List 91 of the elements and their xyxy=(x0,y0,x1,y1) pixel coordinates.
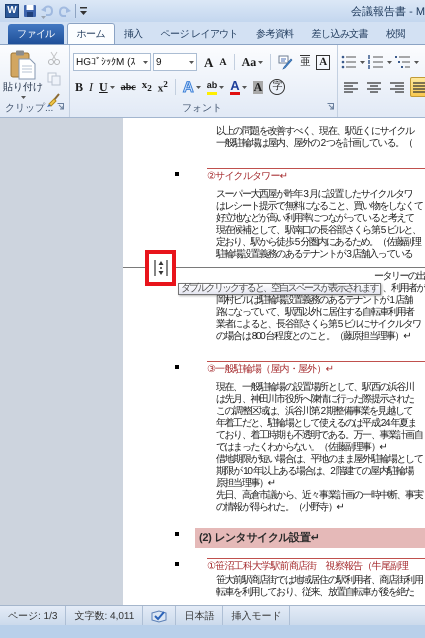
ribbon-tab[interactable]: 校閲 xyxy=(377,24,414,44)
caret-icon[interactable] xyxy=(189,60,194,64)
text-line: 転車を利用しており、従来、放置自転車が後を絶た xyxy=(216,587,415,599)
caret-icon[interactable] xyxy=(143,60,148,64)
ribbon-tab[interactable]: ホーム xyxy=(66,23,115,44)
text-line: の場合は 800 台程度とのこと。（藤原担当理事）↵ xyxy=(216,331,412,343)
multilevel-list-icon[interactable] xyxy=(395,54,411,70)
grow-font-button[interactable]: A xyxy=(202,52,216,72)
ribbon-tab[interactable]: 参考資料 xyxy=(247,24,303,44)
enclose-character-button[interactable]: 字 xyxy=(267,78,288,96)
font-name-dropdown[interactable]: HGｺﾞｼｯｸM (ｽ xyxy=(73,53,151,71)
bold-button[interactable]: B xyxy=(73,78,86,96)
bullet-mark-icon xyxy=(175,562,179,566)
dropdown-icon[interactable] xyxy=(80,7,87,15)
superscript-button[interactable]: x$^{2}$ xyxy=(156,78,170,96)
bullet-mark-icon xyxy=(175,532,179,536)
text-line: は先月、神田川市役所へ陳情に行った際提示された xyxy=(216,394,415,406)
caret-icon[interactable] xyxy=(360,60,365,64)
text-line: 岡村ビルは駐輪場設置義務のあるテナントが 1 店舗 xyxy=(216,295,414,306)
text-line: 笹大前駅商店街では地域居住の駅利用者、商店街利用 xyxy=(216,575,424,586)
ribbon-tab[interactable]: ページ レイアウト xyxy=(152,24,248,44)
status-text[interactable]: 日本語 xyxy=(176,606,224,625)
clipboard-icon xyxy=(10,50,36,80)
character-border-button[interactable]: A xyxy=(314,52,332,72)
subscript-button[interactable]: x$_{2}$ xyxy=(140,78,154,96)
ribbon-tab[interactable]: 差し込み文書 xyxy=(302,24,378,44)
status-text[interactable]: ページ: 1/3 xyxy=(0,606,66,625)
bullet-mark-icon xyxy=(175,172,179,176)
text-line: 借地期限が短い場合は、平地のまま屋外駐輪場として xyxy=(216,454,424,466)
text-line: 現在、一般駐輪場の設置場所として、駅西の浜谷川 xyxy=(216,382,415,394)
strikethrough-button[interactable]: abc xyxy=(118,78,138,96)
launcher-icon[interactable] xyxy=(57,103,64,110)
text-line: ータリーの出 xyxy=(374,271,425,282)
text-line: ではまったくわからない。（佐藤副理事）↵ xyxy=(216,442,388,454)
tooltip: ダブルクリックすると、空白スペースが表示されます xyxy=(178,283,381,295)
text-line: はレシート提示で無料になること、買い物をしなくて xyxy=(216,201,424,212)
bullet-mark-icon xyxy=(175,365,179,369)
group-label: フォント xyxy=(182,103,223,115)
paste-button[interactable]: 貼り付け xyxy=(3,48,43,103)
caret-icon[interactable] xyxy=(219,86,224,88)
font-color-button[interactable]: A xyxy=(228,78,249,96)
text-line: 、利用者が xyxy=(382,283,425,294)
group-label: クリップ... xyxy=(5,103,54,115)
text-line: 路になっていて、駅西以外に居住する自転車利用者 xyxy=(216,307,416,318)
save-icon[interactable] xyxy=(23,4,37,18)
whitespace-icon[interactable] xyxy=(154,259,168,277)
status-text[interactable]: 文字数: 4,011 xyxy=(66,606,144,625)
status-text[interactable]: 挿入モード xyxy=(223,606,290,625)
character-guide-button[interactable]: 亜 xyxy=(298,52,312,72)
caret-icon[interactable] xyxy=(242,86,247,88)
caret-icon[interactable] xyxy=(414,60,419,64)
change-case-button[interactable]: Aa xyxy=(240,52,266,72)
text-line: ており、着工時期も不透明である。万一、事業計画自 xyxy=(216,430,424,442)
text-line: 以上の問題を改善すべく、現在、駅近くにサイクル xyxy=(216,126,416,138)
section-heading: ③一般駐輪場（屋内・屋外）↵ xyxy=(207,361,425,377)
app-logo[interactable]: W xyxy=(5,4,19,18)
brush-icon[interactable] xyxy=(47,93,61,107)
text-line: スーパー大西屋が昨年 3 月に設置したサイクルタワ xyxy=(216,189,414,200)
text-line: この調整区域は、浜谷川第 2 期整備事業を見越して xyxy=(216,406,414,418)
italic-button[interactable]: I xyxy=(87,78,96,96)
text-line: 駐輪場設置義務のあるテナントが 3 店舗入っている xyxy=(216,249,414,261)
section-heading: ①笹沼工科大学駅前商店街 視察報告（牛尾副理 xyxy=(207,558,425,574)
text-line: 先日、高倉市議から、近々事業計画の一時中断、事実 xyxy=(216,490,424,502)
font-size-dropdown[interactable]: 9 xyxy=(153,53,197,71)
window-title: 会議報告書 - M xyxy=(351,4,425,18)
text-line: 原担当理事）↵ xyxy=(216,478,276,490)
spellcheck-icon[interactable] xyxy=(151,608,168,622)
section-heading: ②サイクルタワー↵ xyxy=(207,168,425,184)
ribbon-tab[interactable]: 挿入 xyxy=(114,24,152,44)
caret-icon[interactable] xyxy=(196,86,201,88)
launcher-icon[interactable] xyxy=(327,103,334,110)
file-tab[interactable]: ファイル xyxy=(8,24,64,44)
highlight-button[interactable]: ab xyxy=(204,78,226,96)
numbered-list-icon[interactable] xyxy=(368,54,384,70)
justify-button[interactable] xyxy=(410,77,425,97)
text-line: 好立地などが高い利用率につながっていると考えて xyxy=(216,213,415,224)
text-line: 一般駐輪場は屋内、屋外の 2 つを計画している。（ xyxy=(216,138,414,150)
chapter-heading: (2) レンタサイクル設置↵ xyxy=(195,528,425,548)
caret-icon[interactable] xyxy=(258,60,264,64)
underline-button[interactable]: U xyxy=(97,78,117,96)
bullet-list-icon[interactable] xyxy=(341,54,357,70)
text-line: 現在候補として、駅南口の長谷部さくら第 5 ビルと、 xyxy=(216,225,422,236)
shrink-font-button[interactable]: A xyxy=(217,52,229,72)
text-line: 期限が 10 年以上ある場合は、2 階建ての屋内駐輪場 xyxy=(216,466,415,478)
text-line: 年着工だと、駐輪場として使えるのは平成 24 年夏ま xyxy=(216,418,418,430)
caret-icon[interactable] xyxy=(110,86,115,88)
caret-icon xyxy=(20,96,26,99)
text-line: 定おり、駅から徒歩 5 分圏内にあるため。（佐藤副理 xyxy=(216,237,422,248)
text-line: 業者によると、長谷部さくら第 5 ビルにサイクルタワ xyxy=(216,319,422,330)
text-line: の情報が得られた。（小野寺）↵ xyxy=(216,502,344,514)
caret-icon[interactable] xyxy=(387,60,392,64)
